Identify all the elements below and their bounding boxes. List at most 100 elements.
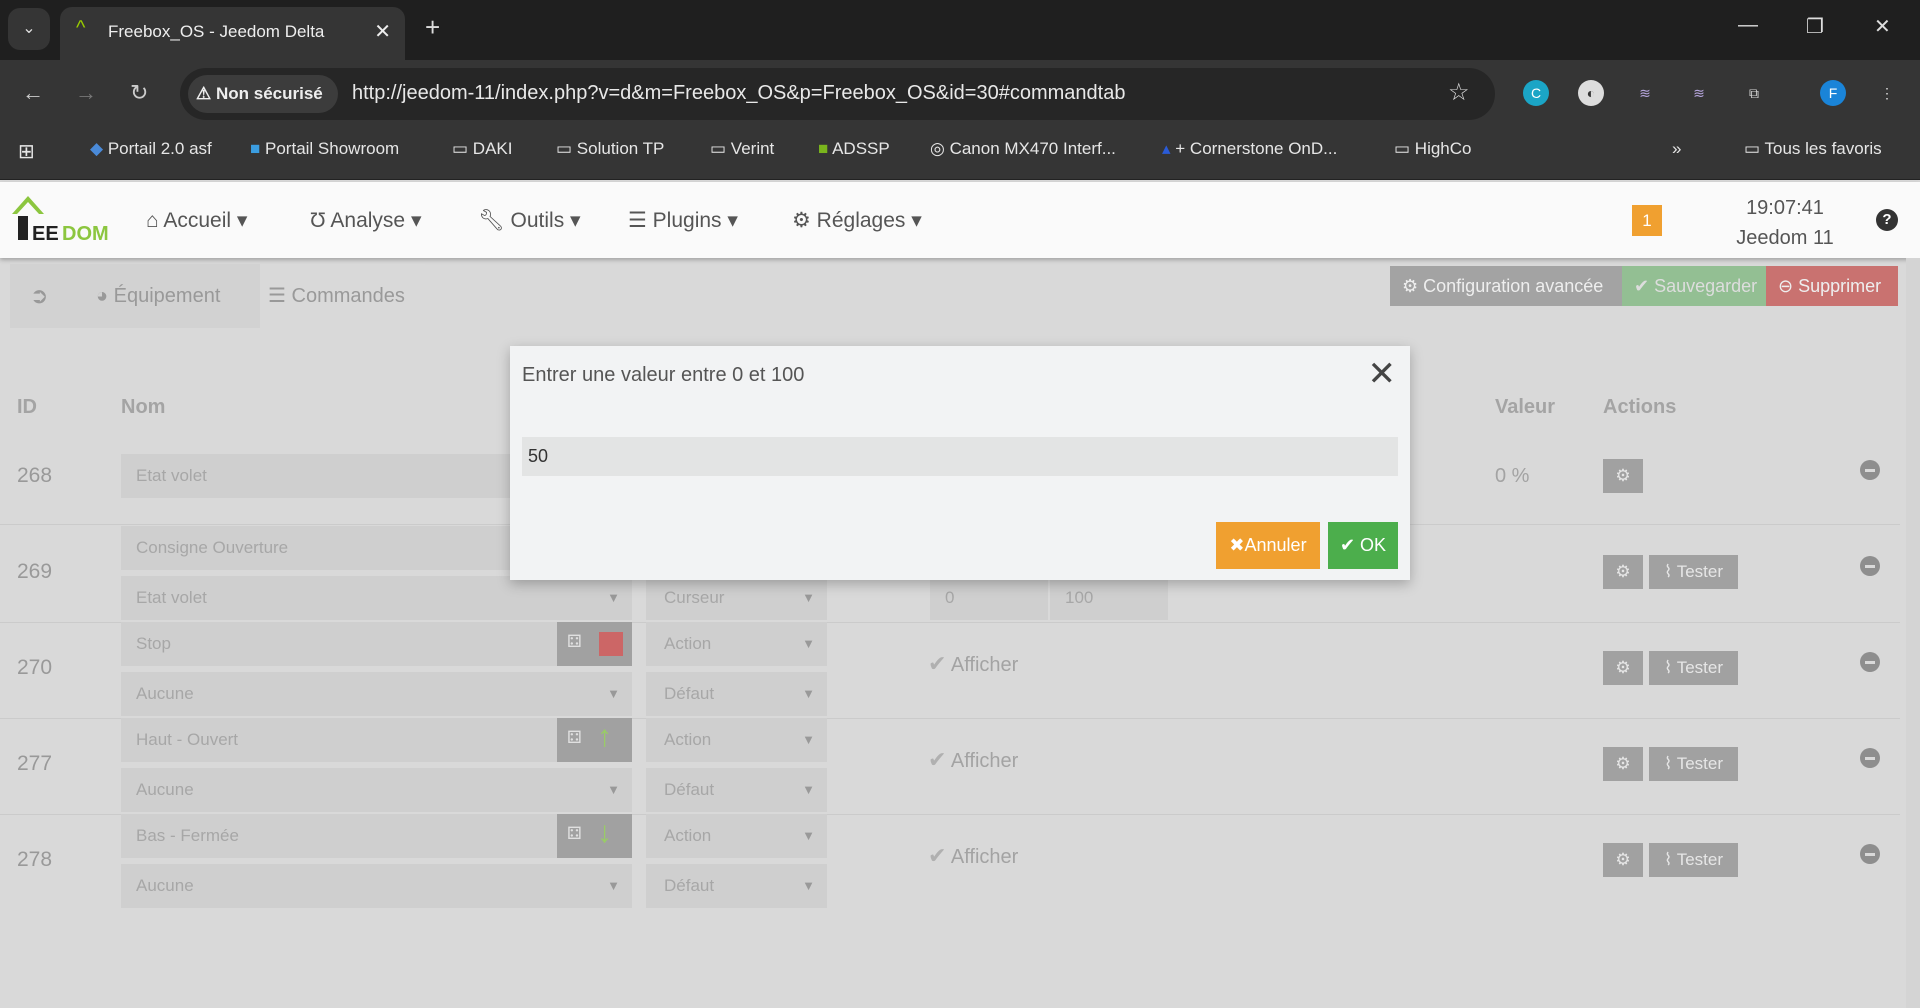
menu-reglages[interactable]: ⚙ Réglages ▾ — [792, 208, 922, 233]
cancel-button[interactable]: ✖Annuler — [1216, 522, 1320, 569]
select-value: Aucune — [136, 684, 194, 703]
info-select[interactable]: Aucune ▼ — [121, 672, 632, 716]
menu-plugins[interactable]: ☰ Plugins ▾ — [628, 208, 738, 233]
bookmark-canon[interactable]: ◎ Canon MX470 Interf... — [930, 139, 1116, 159]
button-label: Tester — [1676, 754, 1723, 773]
show-checkbox[interactable]: ✔ Afficher — [928, 747, 1018, 773]
command-name-input[interactable]: Stop — [121, 622, 557, 666]
show-checkbox[interactable]: ✔ Afficher — [928, 651, 1018, 677]
advanced-config-button[interactable]: ⚙ Configuration avancée — [1390, 266, 1622, 306]
bookmark-label: ADSSP — [832, 139, 890, 158]
back-button[interactable]: ← — [22, 80, 44, 106]
restore-button[interactable]: ❐ — [1806, 14, 1824, 39]
remove-command-icon[interactable] — [1860, 460, 1880, 480]
extension-layers-icon[interactable]: ≋ — [1632, 80, 1658, 106]
profile-avatar[interactable]: F — [1820, 80, 1846, 106]
gear-icon: ⚙ — [792, 209, 811, 232]
remove-command-icon[interactable] — [1860, 556, 1880, 576]
max-value-input[interactable]: 100 — [1050, 576, 1168, 620]
bookmark-adssp[interactable]: ■ ADSSP — [818, 139, 890, 159]
close-tab-icon[interactable]: ✕ — [374, 19, 391, 44]
browser-tab[interactable]: ^ Freebox_OS - Jeedom Delta ✕ — [60, 7, 405, 60]
test-button[interactable]: ⌇ Tester — [1649, 555, 1738, 589]
jeedom-logo[interactable]: EE DOM — [10, 192, 116, 244]
info-select[interactable]: Aucune ▼ — [121, 864, 632, 908]
ok-button[interactable]: ✔ OK — [1328, 522, 1398, 569]
show-checkbox[interactable]: ✔ Afficher — [928, 843, 1018, 869]
menu-accueil[interactable]: ⌂ Accueil ▾ — [146, 208, 247, 233]
minimize-button[interactable]: — — [1738, 14, 1758, 37]
type-select[interactable]: Action ▼ — [646, 622, 827, 666]
forward-button[interactable]: → — [75, 80, 97, 106]
configure-button[interactable]: ⚙ — [1603, 651, 1643, 685]
extension-c-icon[interactable]: C — [1523, 80, 1549, 106]
configure-button[interactable]: ⚙ — [1603, 459, 1643, 493]
more-bookmarks-icon[interactable]: » — [1672, 139, 1681, 159]
bookmark-folder-solution-tp[interactable]: ▭ Solution TP — [556, 139, 664, 159]
notification-badge[interactable]: 1 — [1632, 205, 1662, 236]
url-input[interactable]: http://jeedom-11/index.php?v=d&m=Freebox… — [352, 82, 1125, 105]
info-select[interactable]: Aucune ▼ — [121, 768, 632, 812]
configure-button[interactable]: ⚙ — [1603, 843, 1643, 877]
bookmark-portail-asf[interactable]: ◆ Portail 2.0 asf — [90, 139, 212, 159]
subtype-select[interactable]: Défaut ▼ — [646, 768, 827, 812]
command-name-input[interactable]: Bas - Fermée — [121, 814, 557, 858]
value-input[interactable] — [522, 437, 1398, 476]
minus-circle-icon: ⊖ — [1778, 276, 1794, 296]
type-select[interactable]: Action ▼ — [646, 718, 827, 762]
back-arrow-icon[interactable]: ➲ — [30, 264, 48, 328]
caret-down-icon: ▼ — [802, 782, 815, 797]
close-window-button[interactable]: ✕ — [1874, 14, 1891, 39]
command-name-input[interactable]: Haut - Ouvert — [121, 718, 557, 762]
browser-menu-icon[interactable]: ⋮ — [1874, 80, 1900, 106]
tab-search-button[interactable]: ⌄ — [8, 8, 50, 50]
page-scrollbar[interactable] — [1906, 258, 1920, 1008]
test-button[interactable]: ⌇ Tester — [1649, 747, 1738, 781]
test-button[interactable]: ⌇ Tester — [1649, 651, 1738, 685]
bookmark-folder-verint[interactable]: ▭ Verint — [710, 139, 774, 159]
delete-button[interactable]: ⊖ Supprimer — [1766, 266, 1898, 306]
min-value-input[interactable]: 0 — [930, 576, 1048, 620]
extensions-puzzle-icon[interactable]: ⧉ — [1741, 80, 1767, 106]
subtype-select[interactable]: Défaut ▼ — [646, 672, 827, 716]
tab-commandes[interactable]: ☰ Commandes — [260, 264, 425, 328]
menu-analyse[interactable]: Ʊ Analyse ▾ — [310, 208, 422, 233]
apps-grid-icon[interactable]: ⊞ — [18, 139, 35, 164]
configure-button[interactable]: ⚙ — [1603, 747, 1643, 781]
bookmark-cornerstone[interactable]: ▴ + Cornerstone OnD... — [1162, 139, 1337, 159]
info-select[interactable]: Etat volet ▼ — [121, 576, 632, 620]
check-icon: ✔ — [928, 651, 947, 676]
select-value: Action — [664, 634, 712, 653]
configure-button[interactable]: ⚙ — [1603, 555, 1643, 589]
select-value: Défaut — [664, 780, 715, 799]
caret-down-icon: ▼ — [607, 686, 620, 701]
extension-layers2-icon[interactable]: ≋ — [1686, 80, 1712, 106]
remove-command-icon[interactable] — [1860, 652, 1880, 672]
save-button[interactable]: ✔ Sauvegarder — [1622, 266, 1766, 306]
subtype-select[interactable]: Curseur ▼ — [646, 576, 827, 620]
bookmark-star-icon[interactable]: ☆ — [1448, 78, 1470, 107]
help-icon[interactable]: ? — [1876, 209, 1898, 231]
remove-command-icon[interactable] — [1860, 844, 1880, 864]
icon-picker-button[interactable]: ⚃ ↑ — [557, 718, 632, 762]
type-select[interactable]: Action ▼ — [646, 814, 827, 858]
icon-picker-button[interactable]: ⚃ ↓ — [557, 814, 632, 858]
remove-command-icon[interactable] — [1860, 748, 1880, 768]
security-chip[interactable]: ⚠ Non sécurisé — [188, 75, 338, 113]
subtype-select[interactable]: Défaut ▼ — [646, 864, 827, 908]
caret-down-icon: ▼ — [802, 636, 815, 651]
reload-button[interactable]: ↻ — [130, 80, 148, 106]
icon-picker-button[interactable]: ⚃ — [557, 622, 632, 666]
test-button[interactable]: ⌇ Tester — [1649, 843, 1738, 877]
extension-globe-icon[interactable]: ◐ — [1578, 80, 1604, 106]
button-label: Tester — [1676, 658, 1723, 677]
tab-equipement[interactable]: ◕ Équipement — [96, 264, 220, 328]
bookmark-portail-showroom[interactable]: ■ Portail Showroom — [250, 139, 399, 159]
menu-outils[interactable]: 🔧︎ Outils ▾ — [478, 208, 581, 233]
bookmark-folder-highco[interactable]: ▭ HighCo — [1394, 139, 1472, 159]
all-bookmarks-folder[interactable]: ▭ Tous les favoris — [1744, 139, 1882, 159]
bookmark-folder-daki[interactable]: ▭ DAKI — [452, 139, 512, 159]
close-icon[interactable]: ✕ — [1368, 354, 1397, 394]
new-tab-button[interactable]: + — [425, 12, 440, 43]
bookmark-label: Solution TP — [576, 139, 665, 158]
